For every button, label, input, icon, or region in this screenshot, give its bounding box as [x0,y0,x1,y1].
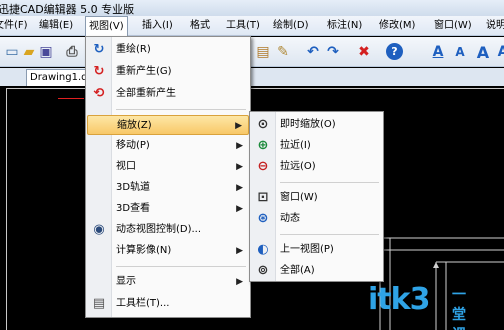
menu-window[interactable]: 窗口(W) [434,16,472,36]
submenu-arrow-icon: ▶ [236,162,243,172]
menu-item-render[interactable]: 计算影像(N) ▶ [87,241,249,261]
menu-item-dynamic-view[interactable]: ◉ 动态视图控制(D)... [87,220,249,240]
print-icon[interactable]: ⎙ [63,43,81,61]
text-underline-icon[interactable]: A [429,43,447,61]
menu-item-display[interactable]: 显示 ▶ [87,272,249,292]
redraw-icon: ↻ [93,42,105,57]
menu-tools[interactable]: 工具(T) [226,16,260,36]
eye-icon: ◉ [93,222,105,237]
paste-icon[interactable]: ▤ [254,43,272,61]
menu-item-zoom-in[interactable]: ⊕ 拉近(I) [251,136,382,156]
text-style-icon[interactable]: A [494,43,504,61]
zoom-dynamic-icon: ⊛ [257,211,269,226]
redo-icon[interactable]: ↷ [324,43,342,61]
menu-item-toolbars[interactable]: ▤ 工具栏(T)... [87,294,249,314]
menu-modify[interactable]: 修改(M) [379,16,415,36]
regen-all-icon: ⟲ [93,86,105,101]
regen-icon: ↻ [93,64,105,79]
menu-item-zoom-out[interactable]: ⊖ 拉远(O) [251,157,382,177]
menu-draw[interactable]: 绘制(D) [273,16,309,36]
zoom-all-icon: ⊚ [257,263,269,278]
submenu-arrow-icon: ▶ [236,141,243,151]
menu-dimension[interactable]: 标注(N) [327,16,362,36]
menu-item-zoom[interactable]: 缩放(Z) ▶ [87,115,249,135]
menu-item-pan[interactable]: 移动(P) ▶ [87,136,249,156]
menu-separator [116,109,246,110]
text-small-icon[interactable]: A [451,43,469,61]
menu-item-regen[interactable]: ↻ 重新产生(G) [87,62,249,82]
delete-icon[interactable]: ✖ [355,43,373,61]
menu-insert[interactable]: 插入(I) [142,16,173,36]
menu-item-3d-view[interactable]: 3D查看 ▶ [87,199,249,219]
new-file-icon[interactable]: ▭ [3,43,21,61]
save-icon[interactable]: ▣ [37,43,55,61]
match-properties-icon[interactable]: ✎ [274,43,292,61]
zoom-previous-icon: ◐ [257,242,269,257]
zoom-out-icon: ⊖ [257,159,269,174]
open-folder-icon[interactable]: ▰ [20,43,38,61]
menu-item-redraw[interactable]: ↻ 重绘(R) [87,40,249,60]
tab-drawing1[interactable]: Drawing1.dwg [26,69,88,86]
title-bar: 迅捷CAD编辑器 5.0 专业版 [0,0,504,16]
menu-item-3d-orbit[interactable]: 3D轨道 ▶ [87,178,249,198]
text-large-icon[interactable]: A [474,43,492,62]
watermark-main: itk3 [368,282,430,317]
submenu-arrow-icon: ▶ [236,246,243,256]
help-icon[interactable]: ? [386,43,403,60]
menu-item-zoom-all[interactable]: ⊚ 全部(A) [251,261,382,281]
menu-separator [116,266,246,267]
menu-item-regen-all[interactable]: ⟲ 全部重新产生 [87,84,249,104]
menu-bar: 文件(F) 编辑(E) 视图(V) 插入(I) 格式 工具(T) 绘制(D) 标… [0,16,504,37]
menu-edit[interactable]: 编辑(E) [39,16,73,36]
submenu-arrow-icon: ▶ [236,183,243,193]
zoom-submenu: ⊙ 即时缩放(O) ⊕ 拉近(I) ⊖ 拉远(O) ⊡ 窗口(W) ⊛ 动态 ◐… [249,111,384,282]
menu-file[interactable]: 文件(F) [0,16,28,36]
menu-item-zoom-dynamic[interactable]: ⊛ 动态 [251,209,382,229]
watermark-side: 一堂课 [452,287,467,330]
watermark: itk3 一堂课 [368,282,466,330]
menu-separator [280,234,379,235]
menu-view[interactable]: 视图(V) [85,16,128,37]
toolbar-icon: ▤ [92,296,106,311]
zoom-in-icon: ⊕ [257,138,269,153]
submenu-arrow-icon: ▶ [236,277,243,287]
menu-format[interactable]: 格式 [190,16,210,36]
submenu-arrow-icon: ▶ [236,204,243,214]
menu-item-zoom-window[interactable]: ⊡ 窗口(W) [251,188,382,208]
zoom-window-icon: ⊡ [257,190,269,205]
menu-item-zoom-previous[interactable]: ◐ 上一视图(P) [251,240,382,260]
submenu-arrow-icon: ▶ [235,121,242,131]
toolbar: ▭ ▰ ▣ ⎙ ▤ ✎ ↶ ↷ ✖ ? A A A A [0,37,504,67]
view-menu-dropdown: ↻ 重绘(R) ↻ 重新产生(G) ⟲ 全部重新产生 缩放(Z) ▶ 移动(P)… [85,36,251,318]
menu-help[interactable]: 说明 [486,16,504,36]
menu-item-viewport[interactable]: 视口 ▶ [87,157,249,177]
document-tabs: Drawing1.dwg [0,68,504,86]
menu-item-zoom-realtime[interactable]: ⊙ 即时缩放(O) [251,115,382,135]
undo-icon[interactable]: ↶ [304,43,322,61]
menu-separator [280,182,379,183]
zoom-realtime-icon: ⊙ [257,117,269,132]
app-title: 迅捷CAD编辑器 5.0 专业版 [0,3,135,16]
